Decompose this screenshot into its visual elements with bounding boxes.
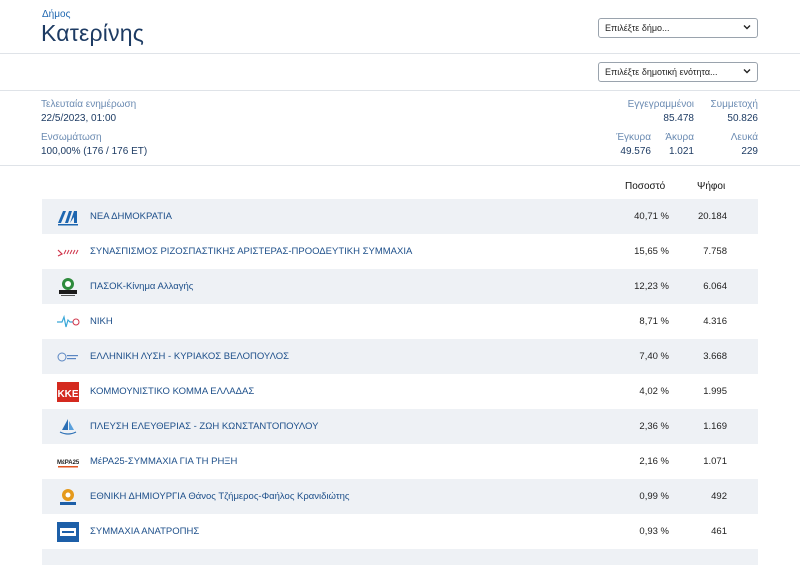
- party-percent: 4,02 %: [639, 386, 669, 397]
- table-row[interactable]: ΣΥΝΑΣΠΙΣΜΟΣ ΡΙΖΟΣΠΑΣΤΙΚΗΣ ΑΡΙΣΤΕΡΑΣ-ΠΡΟΟ…: [42, 234, 758, 269]
- party-percent: 15,65 %: [634, 246, 669, 257]
- plefsi-logo-icon: [59, 419, 77, 435]
- percent-column-header[interactable]: Ποσοστό: [625, 181, 665, 192]
- party-name: ΠΛΕΥΣΗ ΕΛΕΥΘΕΡΙΑΣ - ΖΩΗ ΚΩΝΣΤΑΝΤΟΠΟΥΛΟΥ: [90, 421, 319, 432]
- party-name: ΝΙΚΗ: [90, 316, 113, 327]
- votes-column-header[interactable]: Ψήφοι: [697, 181, 725, 192]
- invalid-value: 1.021: [668, 146, 694, 157]
- niki-logo-icon: [57, 314, 80, 328]
- valid-value: 49.576: [620, 146, 651, 157]
- municipality-select[interactable]: Επιλέξτε δήμο...: [598, 18, 758, 38]
- symmaxia-anatropis-logo-icon: [57, 522, 79, 542]
- party-votes: 4.316: [703, 316, 727, 327]
- last-update-value: 22/5/2023, 01:00: [41, 113, 117, 124]
- party-percent: 0,99 %: [639, 491, 669, 502]
- valid-label: Έγκυρα: [616, 132, 651, 143]
- party-name: ΕΛΛΗΝΙΚΗ ΛΥΣΗ - ΚΥΡΙΑΚΟΣ ΒΕΛΟΠΟΥΛΟΣ: [90, 351, 289, 362]
- mera25-logo-icon: MέPA25: [57, 460, 80, 468]
- municipality-header: Δήμος Κατερίνης Επιλέξτε δήμο...: [0, 0, 800, 54]
- party-percent: 40,71 %: [634, 211, 669, 222]
- chevron-down-icon: [743, 69, 751, 74]
- table-row[interactable]: MέPA25 ΜέΡΑ25-ΣΥΜΜΑΧΙΑ ΓΙΑ ΤΗ ΡΗΞΗ 2,16 …: [42, 444, 758, 479]
- party-name: ΠΑΣΟΚ-Κίνημα Αλλαγής: [90, 281, 194, 292]
- integration-label: Ενσωμάτωση: [41, 132, 102, 143]
- chevron-down-icon: [743, 25, 751, 30]
- table-row[interactable]: ΝΙΚΗ 8,71 % 4.316: [42, 304, 758, 339]
- party-votes: 6.064: [703, 281, 727, 292]
- party-votes: 1.071: [703, 456, 727, 467]
- invalid-label: Άκυρα: [665, 132, 694, 143]
- party-votes: 20.184: [697, 211, 727, 222]
- ethniki-dimiourgia-logo-icon: [60, 489, 76, 505]
- municipal-unit-select-value: Επιλέξτε δημοτική ενότητα...: [605, 67, 718, 77]
- municipality-name: Κατερίνης: [41, 20, 145, 46]
- blank-value: 229: [741, 146, 758, 157]
- party-votes: 492: [711, 491, 727, 502]
- syriza-logo-icon: [57, 249, 79, 257]
- registered-value: 85.478: [663, 113, 694, 124]
- party-percent: 2,16 %: [639, 456, 669, 467]
- table-row[interactable]: ΕΛΛΗΝΙΚΗ ΛΥΣΗ - ΚΥΡΙΑΚΟΣ ΒΕΛΟΠΟΥΛΟΣ 7,40…: [42, 339, 758, 374]
- party-votes: 7.758: [703, 246, 727, 257]
- integration-value: 100,00% (176 / 176 ΕΤ): [41, 146, 148, 157]
- elliniki-lysi-logo-icon: [57, 352, 78, 362]
- party-name: ΝΕΑ ΔΗΜΟΚΡΑΤΙΑ: [90, 211, 173, 222]
- party-name: ΜέΡΑ25-ΣΥΜΜΑΧΙΑ ΓΙΑ ΤΗ ΡΗΞΗ: [90, 456, 238, 467]
- party-votes: 461: [711, 526, 727, 537]
- svg-text:MέPA25: MέPA25: [57, 460, 80, 466]
- party-votes: 3.668: [703, 351, 727, 362]
- svg-text:KKE: KKE: [57, 389, 78, 400]
- results-summary: Τελευταία ενημέρωση 22/5/2023, 01:00 Ενσ…: [0, 91, 800, 166]
- turnout-label: Συμμετοχή: [710, 99, 758, 110]
- party-percent: 0,93 %: [639, 526, 669, 537]
- party-percent: 2,36 %: [639, 421, 669, 432]
- party-percent: 12,23 %: [634, 281, 669, 292]
- party-votes: 1.995: [703, 386, 727, 397]
- party-percent: 7,40 %: [639, 351, 669, 362]
- table-row[interactable]: KKE ΚΟΜΜΟΥΝΙΣΤΙΚΟ ΚΟΜΜΑ ΕΛΛΑΔΑΣ 4,02 % 1…: [42, 374, 758, 409]
- table-row[interactable]: ΠΑΣΟΚ-Κίνημα Αλλαγής 12,23 % 6.064: [42, 269, 758, 304]
- party-name: ΣΥΜΜΑΧΙΑ ΑΝΑΤΡΟΠΗΣ: [90, 526, 200, 537]
- kke-logo-icon: KKE: [57, 382, 79, 402]
- party-votes: 1.169: [703, 421, 727, 432]
- table-row-partial[interactable]: [42, 549, 758, 565]
- party-name: ΣΥΝΑΣΠΙΣΜΟΣ ΡΙΖΟΣΠΑΣΤΙΚΗΣ ΑΡΙΣΤΕΡΑΣ-ΠΡΟΟ…: [90, 246, 413, 257]
- party-name: ΚΟΜΜΟΥΝΙΣΤΙΚΟ ΚΟΜΜΑ ΕΛΛΑΔΑΣ: [90, 386, 255, 397]
- party-name: ΕΘΝΙΚΗ ΔΗΜΙΟΥΡΓΙΑ Θάνος Τζήμερος-Φαήλος …: [90, 491, 350, 502]
- pasok-logo-icon: [59, 278, 77, 296]
- registered-label: Εγγεγραμμένοι: [627, 99, 694, 110]
- turnout-value: 50.826: [727, 113, 758, 124]
- municipality-type-label: Δήμος: [42, 9, 71, 20]
- municipal-unit-select[interactable]: Επιλέξτε δημοτική ενότητα...: [598, 62, 758, 82]
- blank-label: Λευκά: [730, 132, 758, 143]
- table-row[interactable]: ΣΥΜΜΑΧΙΑ ΑΝΑΤΡΟΠΗΣ 0,93 % 461: [42, 514, 758, 549]
- table-row[interactable]: ΕΘΝΙΚΗ ΔΗΜΙΟΥΡΓΙΑ Θάνος Τζήμερος-Φαήλος …: [42, 479, 758, 514]
- municipality-select-value: Επιλέξτε δήμο...: [605, 23, 670, 33]
- table-row[interactable]: ΝΕΑ ΔΗΜΟΚΡΑΤΙΑ 40,71 % 20.184: [42, 199, 758, 234]
- table-row[interactable]: ΠΛΕΥΣΗ ΕΛΕΥΘΕΡΙΑΣ - ΖΩΗ ΚΩΝΣΤΑΝΤΟΠΟΥΛΟΥ …: [42, 409, 758, 444]
- last-update-label: Τελευταία ενημέρωση: [41, 99, 137, 110]
- party-results-table: ΝΕΑ ΔΗΜΟΚΡΑΤΙΑ 40,71 % 20.184 ΣΥΝΑΣΠΙΣΜΟ…: [42, 199, 758, 565]
- nd-logo-icon: [58, 211, 78, 226]
- party-percent: 8,71 %: [639, 316, 669, 327]
